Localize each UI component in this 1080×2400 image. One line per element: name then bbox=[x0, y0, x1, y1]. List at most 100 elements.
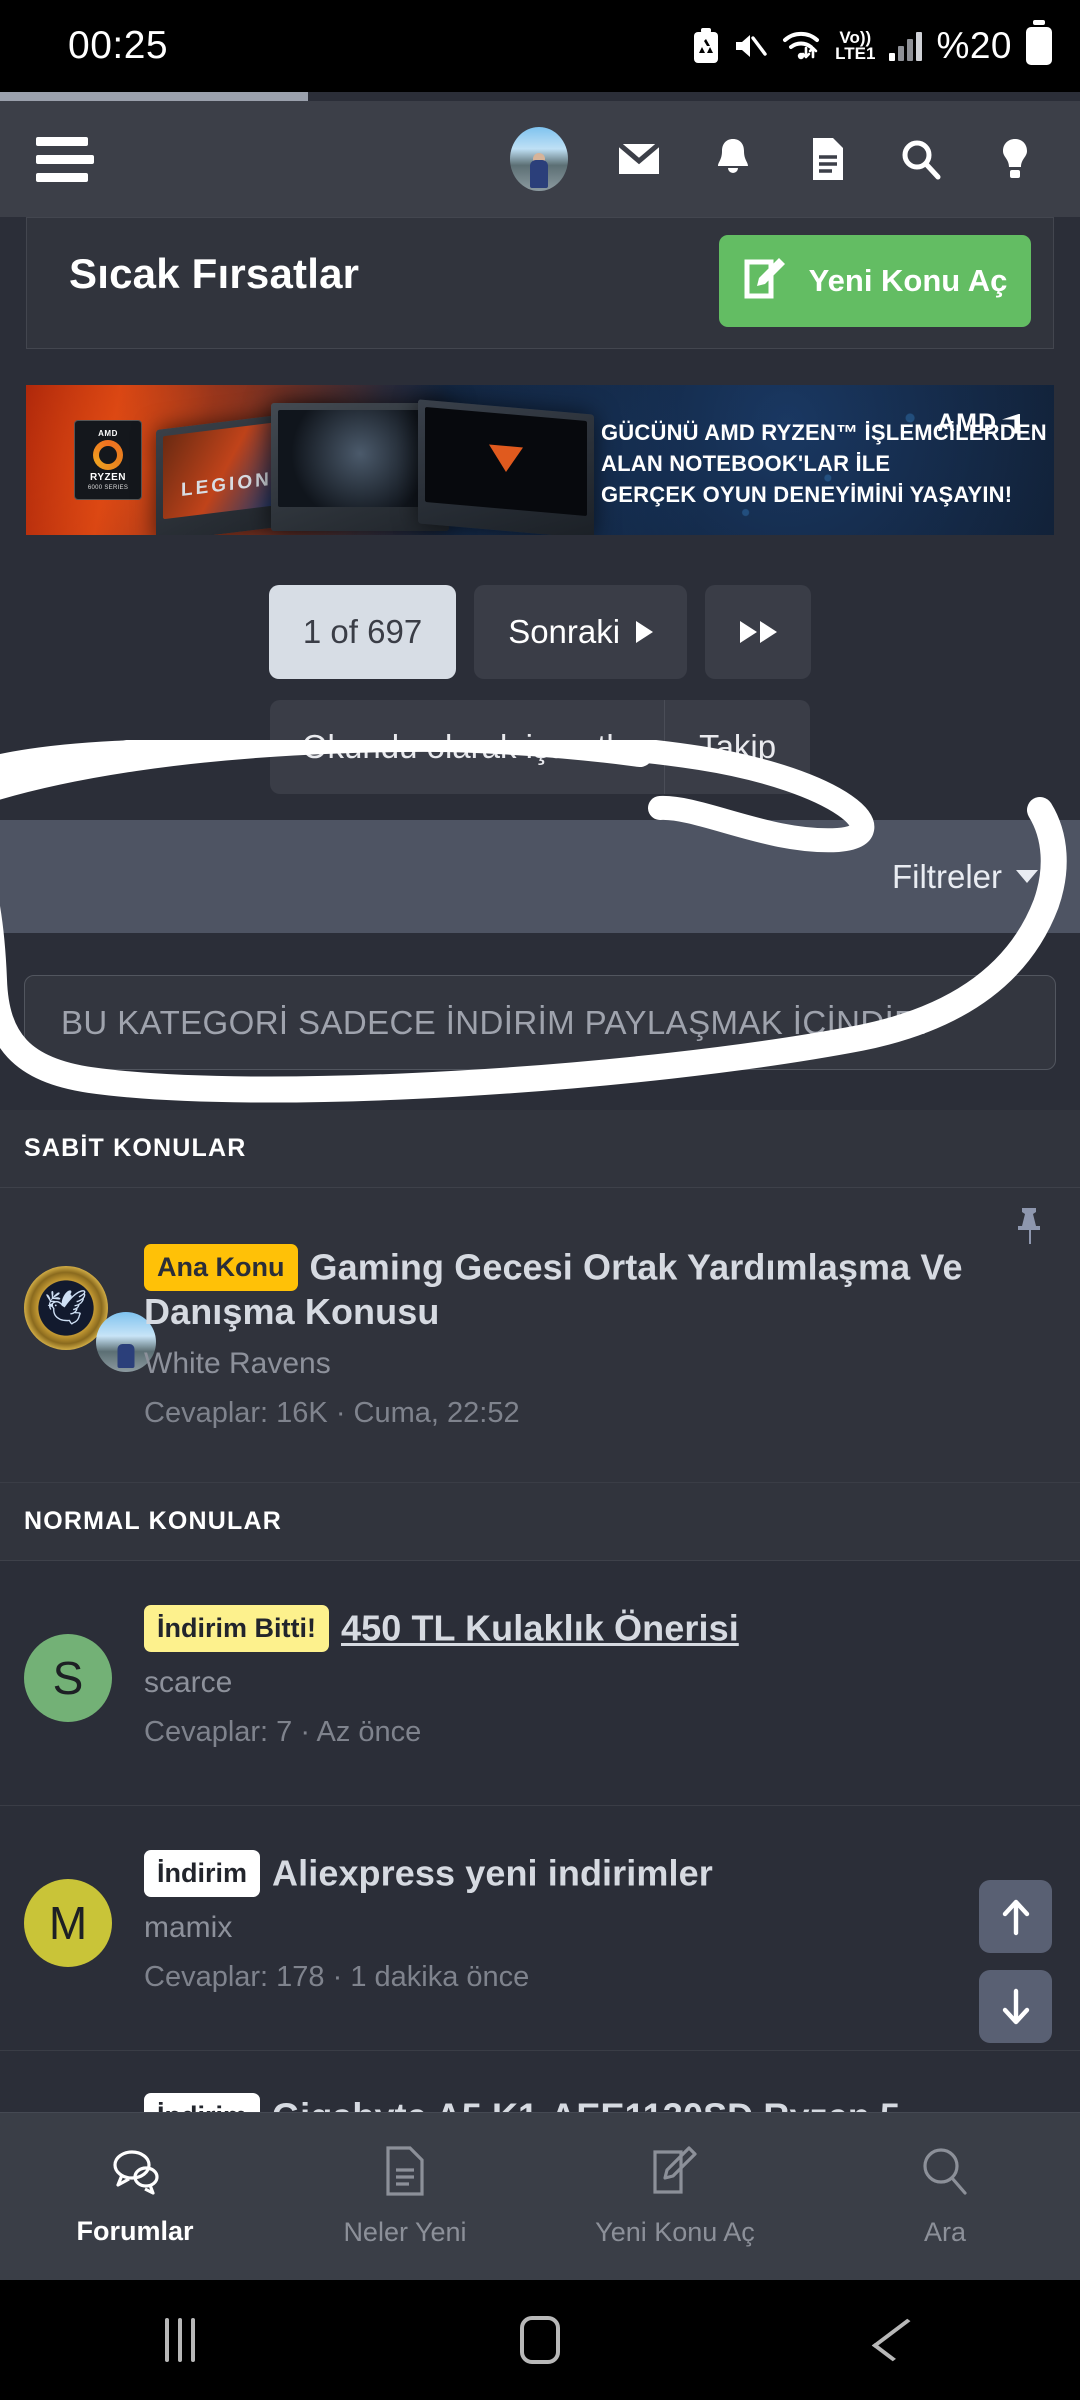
battery-saver-icon bbox=[693, 28, 719, 64]
status-badge: İndirim bbox=[144, 1850, 261, 1897]
laptop-image-3 bbox=[418, 399, 594, 535]
home-icon[interactable] bbox=[360, 2316, 720, 2364]
document-icon[interactable] bbox=[804, 136, 850, 182]
tab-neler-yeni[interactable]: Neler Yeni bbox=[270, 2113, 540, 2280]
table-row[interactable]: M İndirim Aliexpress yeni indirimler mami… bbox=[0, 1806, 1080, 2051]
legion-label: LEGION bbox=[181, 468, 272, 501]
new-thread-button[interactable]: Yeni Konu Aç bbox=[719, 235, 1031, 327]
tab-label: Forumlar bbox=[76, 2215, 194, 2246]
forums-icon bbox=[108, 2147, 162, 2200]
avatar-initial: M bbox=[48, 1897, 88, 1949]
ryzen-ring-icon bbox=[93, 440, 123, 470]
forum-title-card: Sıcak Fırsatlar Yeni Konu Aç bbox=[26, 217, 1054, 349]
page-indicator[interactable]: 1 of 697 bbox=[268, 585, 457, 679]
category-notice-text: BU KATEGORİ SADECE İNDİRİM PAYLAŞMAK İÇİ… bbox=[61, 1003, 928, 1041]
mail-icon[interactable] bbox=[616, 136, 662, 182]
ryzen-badge-name: RYZEN bbox=[89, 472, 127, 483]
filters-label: Filtreler bbox=[891, 857, 1002, 895]
search-icon bbox=[921, 2146, 969, 2201]
section-header-sticky-label: SABİT KONULAR bbox=[24, 1134, 247, 1162]
banner-line-3: GERÇEK OYUN DENEYİMİNİ YAŞAYIN! bbox=[601, 482, 1013, 508]
pagination-row: 1 of 697 Sonraki bbox=[0, 585, 1080, 679]
android-status-bar: 00:25 Vo)) LTE1 %20 bbox=[0, 0, 1080, 92]
avatar-initial: S bbox=[52, 1652, 84, 1704]
compose-icon bbox=[651, 2145, 699, 2201]
page-title: Sıcak Fırsatlar bbox=[69, 250, 360, 297]
watch-button[interactable]: Takip bbox=[665, 700, 810, 794]
scroll-up-icon[interactable] bbox=[979, 1880, 1052, 1953]
table-row[interactable]: Ana KonuGaming Gecesi Ortak Yardımlaşma … bbox=[0, 1188, 1080, 1483]
whats-new-icon bbox=[384, 2145, 426, 2201]
volte-icon: Vo)) LTE1 bbox=[835, 27, 876, 63]
thread-author[interactable]: mamix bbox=[144, 1911, 1010, 1945]
amd-ad-banner[interactable]: AMD RYZEN 6000 SERIES LEGION GÜCÜNÜ AMD … bbox=[26, 385, 1054, 535]
chevron-right-icon bbox=[636, 621, 654, 643]
status-clock: 00:25 bbox=[68, 24, 169, 67]
tab-yeni-konu-ac[interactable]: Yeni Konu Aç bbox=[540, 2113, 810, 2280]
signal-bars-icon bbox=[889, 31, 923, 61]
battery-icon bbox=[1026, 27, 1052, 65]
thread-title[interactable]: 450 TL Kulaklık Önerisi bbox=[341, 1608, 739, 1649]
thread-author[interactable]: White Ravens bbox=[144, 1347, 1010, 1381]
thread-actions-row: Okundu olarak işaretle Takip bbox=[0, 700, 1080, 794]
avatar[interactable] bbox=[510, 127, 568, 191]
tab-label: Ara bbox=[923, 2216, 967, 2247]
new-thread-label: Yeni Konu Aç bbox=[808, 263, 1008, 298]
search-icon[interactable] bbox=[898, 136, 944, 182]
tab-label: Yeni Konu Aç bbox=[595, 2216, 755, 2247]
chevron-down-icon bbox=[1016, 870, 1038, 883]
mute-icon bbox=[733, 31, 767, 61]
tab-forumlar[interactable]: Forumlar bbox=[0, 2113, 270, 2280]
hamburger-menu-icon[interactable] bbox=[36, 136, 94, 182]
amd-logo: AMD bbox=[937, 409, 1020, 438]
avatar: S bbox=[24, 1634, 112, 1722]
thread-meta: Cevaplar: 7 · Az önce bbox=[144, 1716, 422, 1748]
tab-ara[interactable]: Ara bbox=[810, 2113, 1080, 2280]
fast-forward-icon bbox=[739, 621, 777, 643]
avatar bbox=[24, 1266, 156, 1372]
android-nav-bar bbox=[0, 2280, 1080, 2400]
mark-read-button[interactable]: Okundu olarak işaretle bbox=[270, 700, 666, 794]
compose-icon bbox=[743, 256, 787, 307]
next-page-label: Sonraki bbox=[508, 613, 621, 650]
thread-content: İndirim Aliexpress yeni indirimler mamix … bbox=[144, 1850, 1010, 1994]
last-page-button[interactable] bbox=[705, 585, 812, 679]
category-notice: BU KATEGORİ SADECE İNDİRİM PAYLAŞMAK İÇİ… bbox=[24, 975, 1056, 1070]
thread-content: Ana Konu Gaming Gecesi Ortak Yardımlaşma … bbox=[144, 1244, 1010, 1430]
lightbulb-icon[interactable] bbox=[992, 136, 1038, 182]
ryzen-badge-series: 6000 SERIES bbox=[87, 485, 129, 491]
amd-arrow-icon bbox=[1002, 413, 1020, 434]
tab-label: Neler Yeni bbox=[343, 2216, 467, 2247]
avatar: M bbox=[24, 1879, 112, 1967]
thread-meta: Cevaplar: 16K · Cuma, 22:52 bbox=[144, 1397, 520, 1429]
thread-title[interactable]: Aliexpress yeni indirimler bbox=[272, 1853, 713, 1894]
thread-content: İndirim Bitti! 450 TL Kulaklık Önerisi sc… bbox=[144, 1605, 1010, 1749]
app-header bbox=[0, 101, 1080, 217]
section-header-normal: NORMAL KONULAR bbox=[0, 1483, 1080, 1561]
pin-icon bbox=[1012, 1206, 1046, 1251]
next-page-button[interactable]: Sonraki bbox=[474, 585, 688, 679]
section-header-normal-label: NORMAL KONULAR bbox=[24, 1507, 282, 1535]
thread-meta: Cevaplar: 178 · 1 dakika önce bbox=[144, 1961, 530, 1993]
ryzen-badge-amd: AMD bbox=[98, 429, 118, 438]
ryzen-badge: AMD RYZEN 6000 SERIES bbox=[74, 420, 142, 500]
filter-bar[interactable]: Filtreler bbox=[0, 820, 1080, 933]
status-badge: Ana Konu bbox=[144, 1244, 298, 1291]
amd-logo-text: AMD bbox=[937, 409, 997, 437]
phone-screen: 00:25 Vo)) LTE1 %20 Sıcak Fırsatlar Yeni… bbox=[0, 0, 1080, 2400]
thread-author[interactable]: scarce bbox=[144, 1666, 1010, 1700]
back-icon[interactable] bbox=[720, 2318, 1080, 2362]
banner-line-2: ALAN NOTEBOOK'LAR İLE bbox=[601, 451, 891, 477]
section-header-sticky: SABİT KONULAR bbox=[0, 1110, 1080, 1188]
wifi-icon bbox=[781, 30, 821, 62]
status-badge: İndirim Bitti! bbox=[144, 1605, 329, 1652]
battery-percent: %20 bbox=[936, 25, 1012, 66]
status-icons: Vo)) LTE1 %20 bbox=[693, 25, 1052, 67]
scroll-down-icon[interactable] bbox=[979, 1970, 1052, 2043]
scroll-buttons bbox=[979, 1880, 1052, 2043]
recents-icon[interactable] bbox=[0, 2318, 360, 2362]
page-load-progress bbox=[0, 92, 308, 101]
bell-icon[interactable] bbox=[710, 136, 756, 182]
table-row[interactable]: S İndirim Bitti! 450 TL Kulaklık Önerisi … bbox=[0, 1561, 1080, 1806]
bottom-nav: Forumlar Neler Yeni Yeni Konu Aç Ara bbox=[0, 2112, 1080, 2280]
